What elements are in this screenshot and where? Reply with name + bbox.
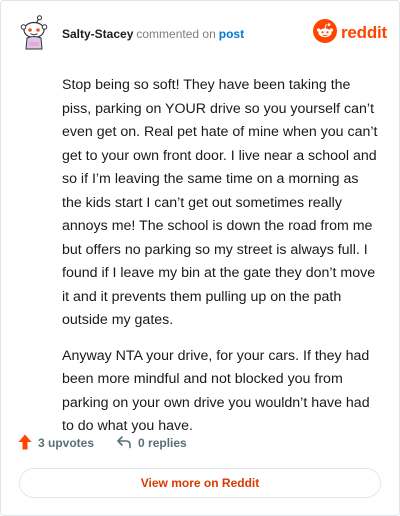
reply-button[interactable]: 0 replies <box>116 435 187 452</box>
reddit-wordmark: reddit <box>340 23 387 42</box>
snoo-avatar-icon[interactable] <box>19 15 51 51</box>
comment-actions: 3 upvotes 0 replies <box>18 433 187 453</box>
view-more-button[interactable]: View more on Reddit <box>19 468 381 498</box>
upvote-button[interactable]: 3 upvotes <box>18 434 94 453</box>
reply-count: 0 replies <box>138 436 187 450</box>
comment-paragraph: Stop being so soft! They have been takin… <box>62 77 378 328</box>
reply-arrow-icon <box>116 435 138 452</box>
commented-on-text: commented on <box>136 27 216 41</box>
reddit-brand[interactable]: reddit <box>312 18 387 48</box>
comment-body: Stop being so soft! They have been takin… <box>62 74 380 451</box>
embedded-comment-card: Salty-Stacey commented on post reddit St… <box>0 0 400 516</box>
username[interactable]: Salty-Stacey <box>62 27 133 41</box>
comment-header: Salty-Stacey commented on post reddit <box>19 15 387 53</box>
upvote-count: 3 upvotes <box>38 436 95 450</box>
upvote-arrow-icon <box>18 434 38 453</box>
post-link[interactable]: post <box>219 27 244 41</box>
reddit-logo-icon <box>312 18 337 48</box>
comment-meta: Salty-Stacey commented on post <box>62 26 244 42</box>
comment-paragraph: Anyway NTA your drive, for your cars. If… <box>62 347 370 435</box>
